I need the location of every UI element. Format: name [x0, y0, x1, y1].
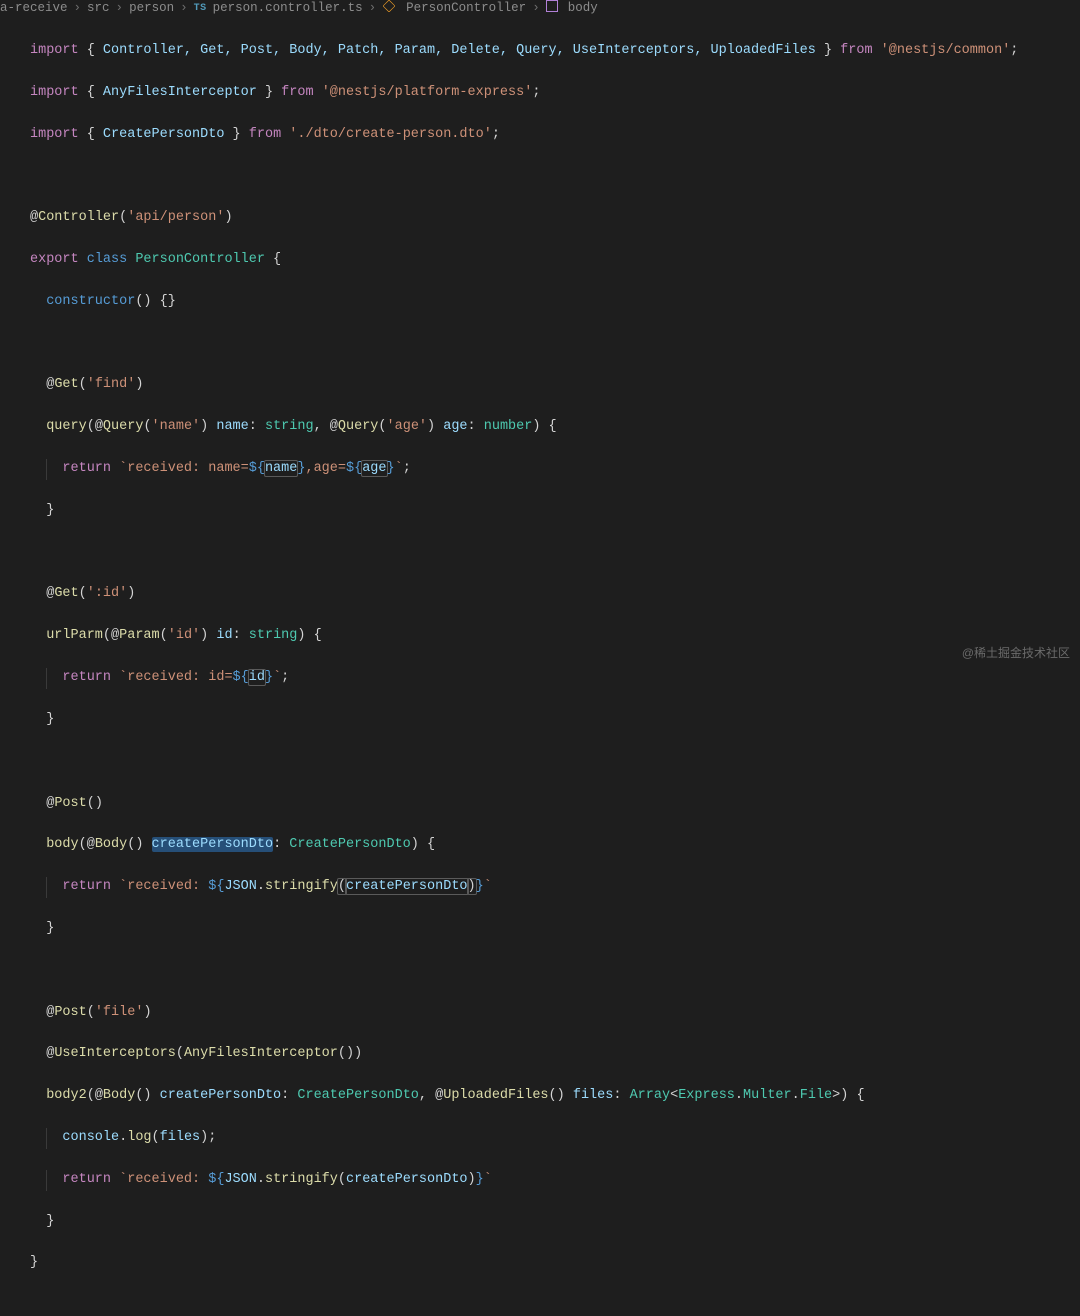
code-content[interactable]: import { Controller, Get, Post, Body, Pa…: [18, 20, 1080, 1316]
breadcrumb-class[interactable]: PersonController: [406, 0, 526, 18]
code-editor[interactable]: import { Controller, Get, Post, Body, Pa…: [0, 18, 1080, 1316]
symbol-class-icon: [382, 0, 400, 18]
breadcrumb-file[interactable]: person.controller.ts: [213, 0, 363, 18]
watermark: @稀土掘金技术社区: [962, 644, 1070, 663]
chevron-right-icon: ›: [74, 0, 82, 18]
breadcrumb-item[interactable]: a-receive: [0, 0, 68, 18]
breadcrumb-item[interactable]: src: [87, 0, 110, 18]
chevron-right-icon: ›: [180, 0, 188, 18]
symbol-method-icon: [546, 0, 562, 18]
chevron-right-icon: ›: [532, 0, 540, 18]
selection-occurrence: createPersonDto: [152, 837, 274, 852]
chevron-right-icon: ›: [116, 0, 124, 18]
typescript-icon: TS: [194, 1, 207, 17]
chevron-right-icon: ›: [369, 0, 377, 18]
breadcrumb-item[interactable]: person: [129, 0, 174, 18]
breadcrumb[interactable]: a-receive › src › person › TS person.con…: [0, 0, 1080, 18]
selection-occurrence: createPersonDto: [345, 878, 469, 895]
line-number-gutter: [0, 20, 18, 1316]
breadcrumb-method[interactable]: body: [568, 0, 598, 18]
